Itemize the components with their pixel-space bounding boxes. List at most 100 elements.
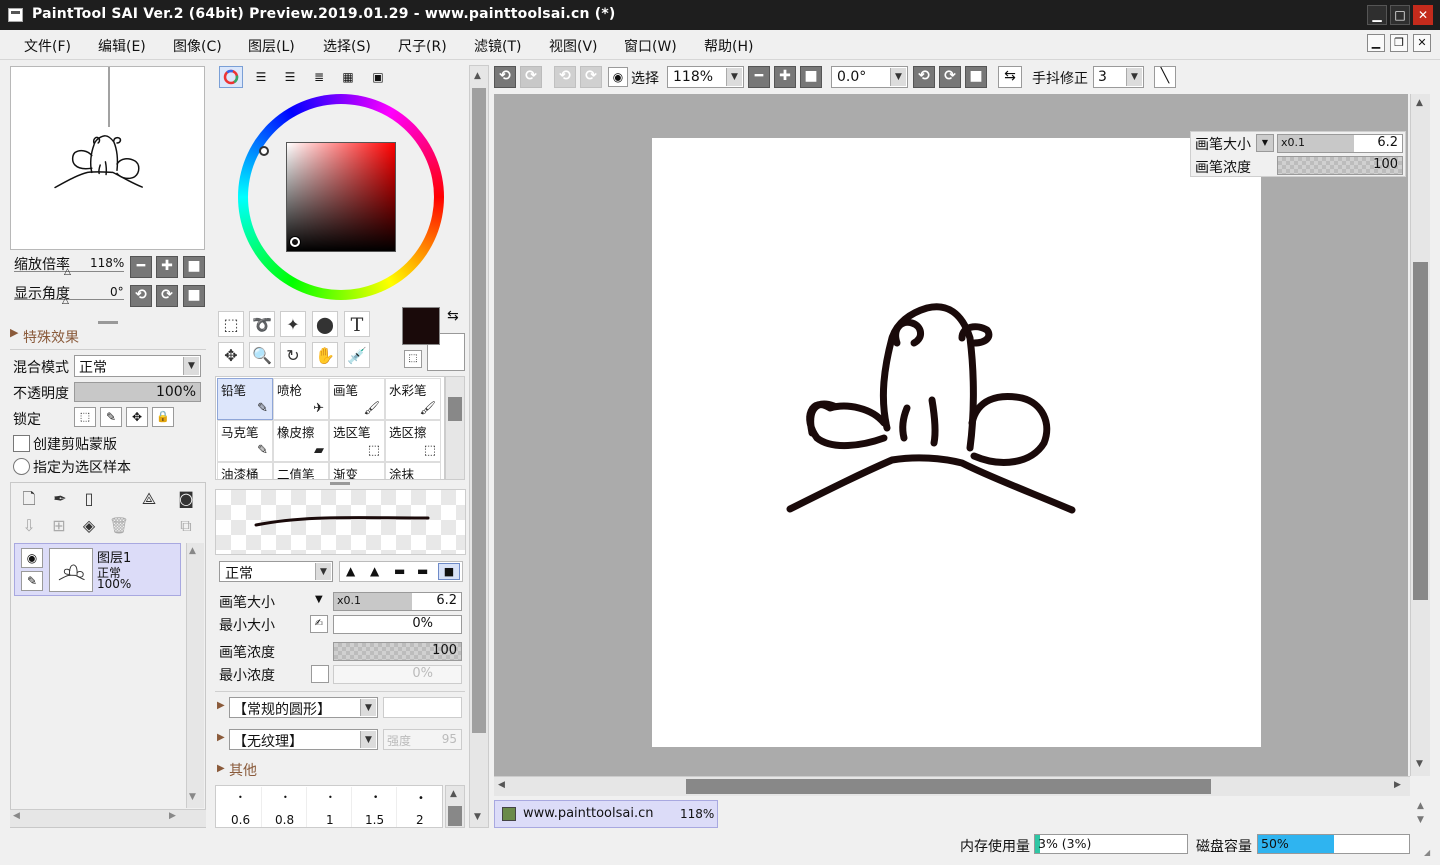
effects-expander-icon[interactable]: ▶: [10, 326, 18, 339]
tool-watercolor[interactable]: 水彩笔 🖌: [385, 378, 441, 420]
tool-eraser[interactable]: 橡皮擦 ▰: [273, 420, 329, 462]
clipping-mask-checkbox[interactable]: [13, 435, 30, 452]
hud-density-slider[interactable]: 100: [1277, 156, 1403, 175]
brush-size-dropdown-icon[interactable]: ▼: [315, 594, 323, 605]
scroll-right-icon[interactable]: ▶: [169, 811, 176, 821]
panel-scroll-thumb[interactable]: [472, 88, 486, 733]
tool-brush[interactable]: 画笔 🖌: [329, 378, 385, 420]
clear-layer-icon[interactable]: ◈: [76, 513, 102, 539]
scroll-right-icon[interactable]: ▶: [1394, 780, 1401, 790]
transform-icon[interactable]: ⟁: [136, 486, 162, 512]
swap-colors-icon[interactable]: ⇆: [447, 308, 459, 324]
close-button[interactable]: ✕: [1413, 5, 1433, 25]
scroll-up-icon[interactable]: ▲: [450, 789, 457, 799]
mdi-close-button[interactable]: ✕: [1413, 34, 1431, 52]
menu-help[interactable]: 帮助(H): [704, 36, 753, 56]
tool-grid-scroll-thumb[interactable]: [448, 397, 462, 421]
lock-move-icon[interactable]: ✥: [126, 407, 148, 427]
tool-gradient[interactable]: 渐变: [329, 462, 385, 479]
brush-density-slider[interactable]: 100: [333, 642, 462, 661]
menu-layer[interactable]: 图层(L): [248, 36, 295, 56]
edge-square-icon[interactable]: ■: [438, 563, 460, 580]
new-vector-layer-icon[interactable]: ✒: [47, 486, 73, 512]
tool-select-eraser[interactable]: 选区擦 ⬚: [385, 420, 441, 462]
preset-2[interactable]: • 2: [398, 787, 442, 827]
brush-texture-select[interactable]: 【无纹理】 ▼: [229, 729, 378, 750]
move-tool-icon[interactable]: ✥: [218, 342, 244, 368]
transparent-color-icon[interactable]: ⬚: [404, 350, 422, 368]
zoom-tool-icon[interactable]: 🔍: [249, 342, 275, 368]
scroll-up-icon[interactable]: ▲: [474, 71, 481, 81]
hand-tool-icon[interactable]: ✋: [312, 342, 338, 368]
apply-mask-icon[interactable]: ⧉: [173, 513, 199, 539]
menu-edit[interactable]: 编辑(E): [98, 36, 146, 56]
pressure-size-icon[interactable]: ✍: [310, 615, 328, 633]
brush-mode-select[interactable]: 正常 ▼: [219, 561, 333, 582]
edge-hard-icon[interactable]: ▲: [346, 564, 355, 578]
hud-size-slider[interactable]: x0.1 6.2: [1277, 134, 1403, 153]
scroll-left-icon[interactable]: ◀: [498, 780, 505, 790]
tool-select-pen[interactable]: 选区笔 ⬚: [329, 420, 385, 462]
toolbar-zoom-reset-button[interactable]: ■: [800, 66, 822, 88]
color-wheel-mode-icon[interactable]: [219, 66, 243, 88]
edge-soft-icon[interactable]: ▬: [394, 564, 405, 578]
toolbar-rotate-left-button[interactable]: ⟲: [913, 66, 935, 88]
sv-marker[interactable]: [290, 237, 300, 247]
eyedropper-icon[interactable]: 💉: [344, 342, 370, 368]
scroll-left-icon[interactable]: ◀: [13, 811, 20, 821]
chevron-down-icon[interactable]: ▼: [1256, 134, 1274, 152]
panel-splitter[interactable]: [330, 482, 350, 485]
magic-wand-icon[interactable]: ✦: [280, 311, 306, 337]
scroll-up-icon[interactable]: ▲: [189, 546, 196, 556]
tool-pencil[interactable]: 铅笔 ✎: [217, 378, 273, 420]
canvas-vscroll-thumb[interactable]: [1413, 262, 1428, 600]
tool-airbrush[interactable]: 喷枪 ✈: [273, 378, 329, 420]
saturation-value-square[interactable]: [286, 142, 396, 252]
presets-scroll-thumb[interactable]: [448, 806, 462, 826]
toolbar-zoom-in-button[interactable]: ✚: [774, 66, 796, 88]
lock-paint-icon[interactable]: ✎: [100, 407, 122, 427]
zoom-in-button[interactable]: ✚: [156, 256, 178, 278]
lock-all-icon[interactable]: 🔒: [152, 407, 174, 427]
menu-select[interactable]: 选择(S): [323, 36, 371, 56]
scroll-down-icon[interactable]: ▼: [474, 812, 481, 822]
toolbar-rotate-right-button[interactable]: ⟳: [939, 66, 961, 88]
minimize-button[interactable]: ▁: [1367, 5, 1387, 25]
resize-grip-icon[interactable]: ◢: [1424, 848, 1430, 857]
rgb-sliders-icon[interactable]: ☰: [249, 66, 273, 88]
canvas-vscrollbar[interactable]: ▲ ▼: [1410, 94, 1430, 776]
flip-horizontal-icon[interactable]: ⇆: [998, 66, 1022, 88]
brush-edge-selector[interactable]: ▲ ▲ ▬ ▬ ■: [339, 561, 463, 582]
tool-bucket[interactable]: 油漆桶: [217, 462, 273, 479]
panel-scrollbar[interactable]: ▲ ▼: [469, 65, 489, 828]
scroll-down-icon[interactable]: ▼: [1417, 815, 1424, 825]
preset-1[interactable]: • 1: [308, 787, 352, 827]
scroll-down-icon[interactable]: ▼: [1416, 759, 1423, 769]
new-folder-icon[interactable]: ▯: [76, 486, 102, 512]
hue-marker[interactable]: [259, 146, 269, 156]
angle-slider-track[interactable]: [14, 299, 124, 300]
texture-strength-slider[interactable]: 强度 95: [383, 729, 462, 750]
navigator-preview[interactable]: [10, 66, 205, 250]
tool-marker[interactable]: 马克笔 ✎: [217, 420, 273, 462]
rotate-left-button[interactable]: ⟲: [130, 285, 152, 307]
edge-flat-icon[interactable]: ▬: [417, 564, 428, 578]
zoom-slider-thumb-icon[interactable]: △: [64, 267, 71, 277]
rotate-tool-icon[interactable]: ↻: [280, 342, 306, 368]
redo-button[interactable]: ⟳: [520, 66, 542, 88]
tool-binary-pen[interactable]: 二值笔: [273, 462, 329, 479]
angle-slider-thumb-icon[interactable]: △: [62, 296, 69, 306]
brush-shape-select[interactable]: 【常规的圆形】 ▼: [229, 697, 378, 718]
invert-selection-button[interactable]: ⟳: [580, 66, 602, 88]
layer-panel-hscrollbar[interactable]: [10, 809, 206, 827]
menu-image[interactable]: 图像(C): [173, 36, 222, 56]
new-layer-icon[interactable]: 🗋: [16, 486, 42, 512]
text-tool-icon[interactable]: T: [344, 311, 370, 337]
canvas-paper[interactable]: [652, 138, 1261, 747]
merge-down-icon[interactable]: ⇩: [16, 513, 42, 539]
texture-expander-icon[interactable]: ▶: [217, 732, 225, 743]
scroll-down-icon[interactable]: ▼: [189, 792, 196, 802]
layer-edit-pencil-icon[interactable]: ✎: [21, 571, 43, 591]
delete-layer-icon[interactable]: 🗑: [106, 513, 132, 539]
maximize-button[interactable]: □: [1390, 5, 1410, 25]
